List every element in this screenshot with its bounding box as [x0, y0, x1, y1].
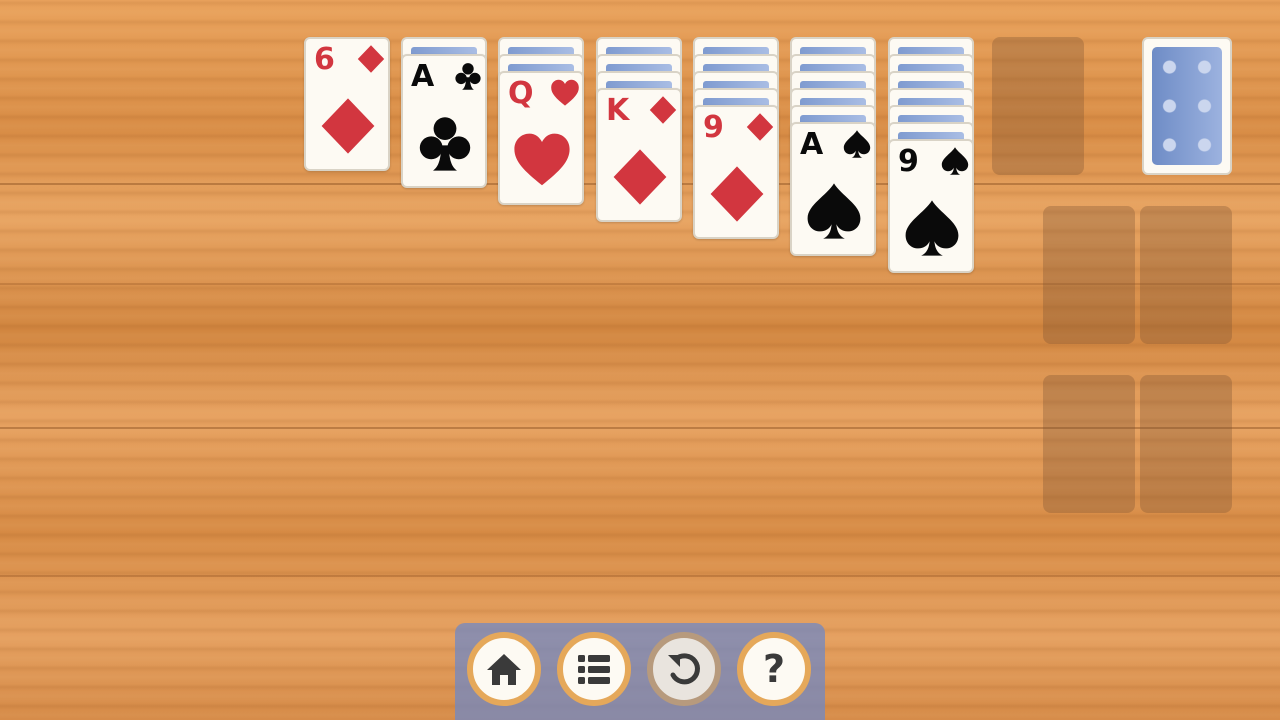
diamond-icon — [710, 166, 764, 222]
undo-icon — [668, 653, 700, 685]
card-rank: A — [411, 59, 435, 94]
tableau-card-9-diamond[interactable]: 9 — [693, 105, 779, 239]
tableau-card-A-club[interactable]: A — [401, 54, 487, 188]
diamond-icon — [613, 149, 667, 205]
tableau-card-K-diamond[interactable]: K — [596, 88, 682, 222]
diamond-icon — [357, 45, 385, 73]
bottom-toolbar: ? — [455, 623, 825, 720]
tableau-card-Q-heart[interactable]: Q — [498, 71, 584, 205]
card-rank: 6 — [314, 42, 335, 77]
card-back-pattern — [1152, 47, 1222, 165]
stock-pile[interactable] — [1142, 37, 1232, 175]
club-icon — [419, 117, 471, 171]
diamond-icon — [746, 113, 774, 141]
foundation-slot-4[interactable] — [1140, 375, 1232, 513]
waste-pile-slot[interactable] — [992, 37, 1084, 175]
heart-icon — [514, 133, 570, 186]
card-rank: K — [606, 93, 630, 128]
spade-icon — [941, 147, 969, 175]
help-icon: ? — [762, 647, 786, 691]
tableau-card-6-diamond[interactable]: 6 — [304, 37, 390, 171]
diamond-icon — [321, 98, 375, 154]
diamond-icon — [649, 96, 677, 124]
help-button[interactable]: ? — [737, 632, 811, 706]
card-rank: 9 — [898, 144, 919, 179]
spade-icon — [843, 130, 871, 158]
tableau-card-A-spade[interactable]: A — [790, 122, 876, 256]
heart-icon — [551, 79, 579, 106]
card-rank: A — [800, 127, 824, 162]
spade-icon — [905, 200, 959, 256]
home-button[interactable] — [467, 632, 541, 706]
list-icon — [578, 655, 610, 684]
menu-button[interactable] — [557, 632, 631, 706]
undo-button[interactable] — [647, 632, 721, 706]
home-icon — [487, 654, 521, 685]
card-rank: 9 — [703, 110, 724, 145]
spade-icon — [807, 183, 861, 239]
card-rank: Q — [508, 76, 534, 111]
foundation-slot-2[interactable] — [1140, 206, 1232, 344]
wood-grain — [0, 575, 1280, 577]
tableau-card-9-spade[interactable]: 9 — [888, 139, 974, 273]
foundation-slot-3[interactable] — [1043, 375, 1135, 513]
foundation-slot-1[interactable] — [1043, 206, 1135, 344]
club-icon — [455, 63, 481, 90]
